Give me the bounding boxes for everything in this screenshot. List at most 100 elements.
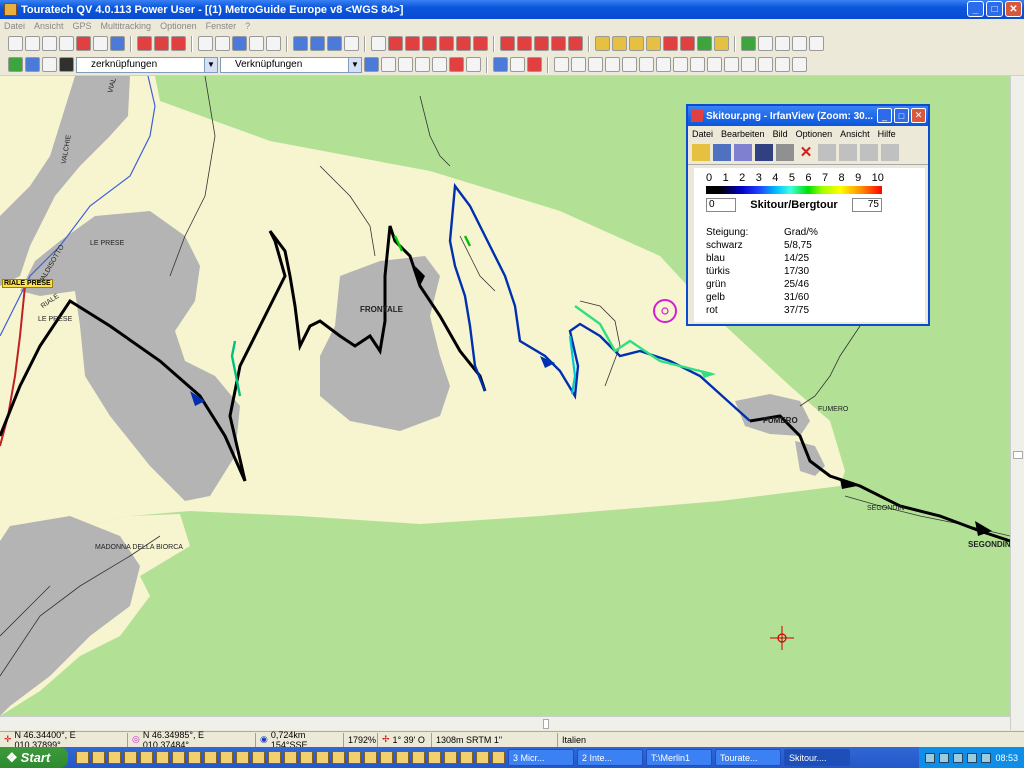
quicklaunch-icon[interactable] [92,751,105,764]
print-icon[interactable] [776,144,794,161]
gps-connect-icon[interactable] [293,36,308,51]
undo-icon[interactable] [758,57,773,72]
quicklaunch-icon[interactable] [172,751,185,764]
grid-small-icon[interactable] [466,57,481,72]
profile-icon[interactable] [697,36,712,51]
track-join-icon[interactable] [517,36,532,51]
link-filter-combo[interactable]: zerknüpfungen ▼ [76,56,218,73]
track-cut-icon[interactable] [500,36,515,51]
table-icon[interactable] [249,36,264,51]
iv-menu-ansicht[interactable]: Ansicht [840,129,870,139]
delete-x-icon[interactable] [59,57,74,72]
chevron-down-icon[interactable]: ▼ [204,57,217,72]
quicklaunch-icon[interactable] [332,751,345,764]
quicklaunch-icon[interactable] [396,751,409,764]
quicklaunch-icon[interactable] [204,751,217,764]
new-layer-icon[interactable] [8,57,23,72]
network-tree-icon[interactable] [809,36,824,51]
delete-icon[interactable]: ✕ [797,144,815,161]
quicklaunch-icon[interactable] [380,751,393,764]
open-folder-icon[interactable] [692,144,710,161]
zoom-level-icon[interactable] [432,57,447,72]
options-icon[interactable] [510,57,525,72]
quicklaunch-icon[interactable] [108,751,121,764]
draw-circle-icon[interactable] [656,57,671,72]
save-icon[interactable] [755,144,773,161]
irfanview-close-button[interactable]: ✕ [911,108,926,123]
waypoint-edit-icon[interactable] [422,36,437,51]
quicklaunch-icon[interactable] [220,751,233,764]
quicklaunch-icon[interactable] [236,751,249,764]
target-icon[interactable] [493,57,508,72]
draw-line-icon[interactable] [554,57,569,72]
track-remove-icon[interactable] [154,36,169,51]
gps-settings-icon[interactable] [344,36,359,51]
iv-menu-datei[interactable]: Datei [692,129,713,139]
draw-polyline-icon[interactable] [571,57,586,72]
map-select-icon[interactable] [110,36,125,51]
cursor-tool-icon[interactable] [371,36,386,51]
draw-rect-icon[interactable] [622,57,637,72]
start-button[interactable]: ❖ Start [0,747,68,768]
route-add-icon[interactable] [473,36,488,51]
quicklaunch-icon[interactable] [348,751,361,764]
quicklaunch-icon[interactable] [156,751,169,764]
zoom-in-icon[interactable] [8,36,23,51]
draw-hex-icon[interactable] [690,57,705,72]
taskbar-item-touratech[interactable]: Tourate... [715,749,781,766]
draw-ellipse-icon[interactable] [673,57,688,72]
quicklaunch-icon[interactable] [76,751,89,764]
iv-menu-bild[interactable]: Bild [773,129,788,139]
track-delete-icon[interactable] [568,36,583,51]
iv-menu-bearbeiten[interactable]: Bearbeiten [721,129,765,139]
menu-gps[interactable]: GPS [73,21,92,31]
map-vertical-scrollbar[interactable] [1010,76,1024,730]
close-button[interactable]: ✕ [1005,1,1022,17]
quicklaunch-icon[interactable] [300,751,313,764]
erase-icon[interactable] [42,57,57,72]
grid-icon[interactable] [215,36,230,51]
photo-list-icon[interactable] [646,36,661,51]
photo-delete-icon[interactable] [663,36,678,51]
zoom-prev-icon[interactable] [93,36,108,51]
undo-icon[interactable] [881,144,899,161]
waypoint-icon[interactable] [388,36,403,51]
vertical-scroll-thumb[interactable] [1013,451,1023,459]
thumbnails-icon[interactable] [734,144,752,161]
draw-grid-icon[interactable] [724,57,739,72]
menu-datei[interactable]: Datei [4,21,25,31]
menu-fenster[interactable]: Fenster [206,21,237,31]
cut-icon[interactable] [818,144,836,161]
quicklaunch-icon[interactable] [124,751,137,764]
layer-options-icon[interactable] [25,57,40,72]
irfanview-minimize-button[interactable]: _ [877,108,892,123]
track-filter-icon[interactable] [551,36,566,51]
draw-path-icon[interactable] [605,57,620,72]
zoom-out-icon[interactable] [25,36,40,51]
irfanview-maximize-button[interactable]: □ [894,108,909,123]
irfanview-window[interactable]: Skitour.png - IrfanView (Zoom: 30... _ □… [686,104,930,326]
text-icon[interactable] [398,57,413,72]
map-horizontal-scrollbar[interactable] [0,716,1010,730]
frame-icon[interactable] [266,36,281,51]
quicklaunch-icon[interactable] [428,751,441,764]
page-icon[interactable] [381,57,396,72]
taskbar-item-merlin[interactable]: T:\Merlin1 [646,749,712,766]
quicklaunch-icon[interactable] [364,751,377,764]
gps-send-icon[interactable] [310,36,325,51]
binoculars-icon[interactable] [415,57,430,72]
quicklaunch-icon[interactable] [444,751,457,764]
quicklaunch-icon[interactable] [460,751,473,764]
track-reverse-icon[interactable] [534,36,549,51]
quicklaunch-icon[interactable] [412,751,425,764]
gps-receive-icon[interactable] [327,36,342,51]
route-icon[interactable] [456,36,471,51]
photo-icon[interactable] [595,36,610,51]
maximize-button[interactable]: □ [986,1,1003,17]
network-edit-icon[interactable] [775,36,790,51]
menu-multitracking[interactable]: Multitracking [101,21,152,31]
waypoint-add-icon[interactable] [405,36,420,51]
quicklaunch-icon[interactable] [268,751,281,764]
quicklaunch-icon[interactable] [476,751,489,764]
menu-optionen[interactable]: Optionen [160,21,197,31]
